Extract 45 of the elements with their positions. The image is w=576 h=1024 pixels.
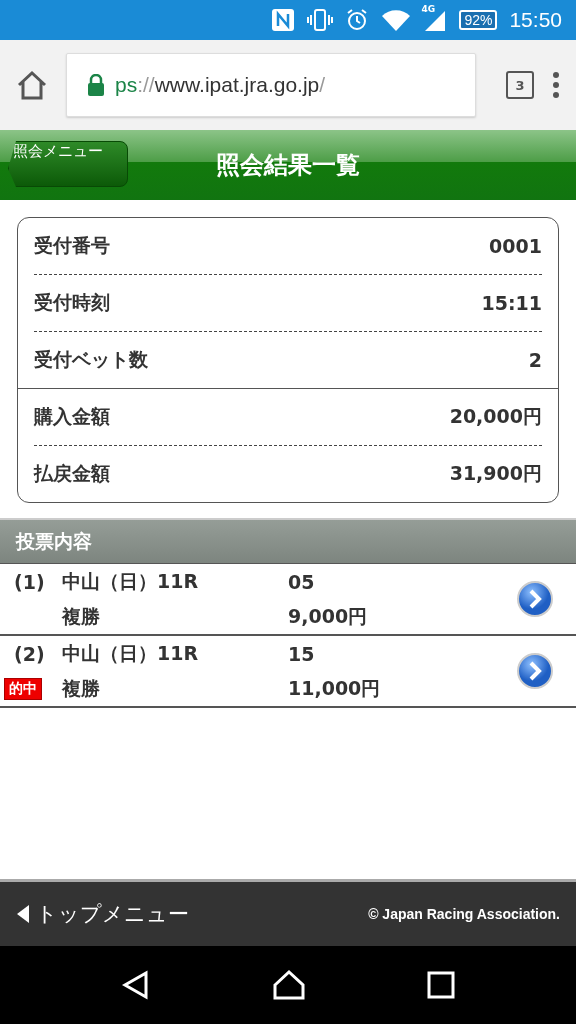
bet-type: 複勝 [62,603,101,629]
top-menu-link[interactable]: トップメニュー [16,900,189,928]
back-icon[interactable] [120,970,151,1000]
section-header: 投票内容 [0,518,576,564]
field-label: 受付ベット数 [34,347,148,372]
battery-level: 92% [459,10,498,30]
wifi-icon [381,8,412,32]
url-text: ps://www.ipat.jra.go.jp/ [115,73,326,97]
field-value: 20,000円 [449,404,542,429]
copyright-text: © Japan Racing Association. [368,906,560,922]
race-name: 中山（日）11R [62,640,200,666]
race-name: 中山（日）11R [62,568,200,594]
home-icon[interactable] [16,70,48,100]
clock-time: 15:50 [509,8,562,32]
bet-amount: 11,000円 [288,675,382,701]
back-button[interactable]: 照会メニュー [8,141,128,187]
bet-amount: 9,000円 [288,603,369,629]
field-value: 15:11 [481,292,542,314]
field-label: 購入金額 [34,404,110,429]
bet-type: 複勝 [62,675,101,701]
field-label: 払戻金額 [34,461,110,486]
tab-count-button[interactable]: 3 [506,71,534,99]
field-value: 0001 [489,235,542,257]
bet-number: (2) [13,642,46,665]
page-title: 照会結果一覧 [216,150,360,181]
network-label: 4G [421,4,436,14]
vibrate-icon [307,8,334,32]
bet-row[interactable]: (1) 中山（日）11R 05 複勝 9,000円 [0,564,576,636]
caret-left-icon [16,904,30,924]
lock-icon [87,74,105,96]
field-label: 受付番号 [34,233,110,258]
nfc-icon [271,8,296,32]
hit-badge: 的中 [4,677,42,700]
bet-row[interactable]: (2) 中山（日）11R 15 的中 複勝 11,000円 [0,636,576,708]
bet-number: (1) [13,570,46,593]
field-value: 31,900円 [449,461,542,486]
chevron-right-icon[interactable] [516,652,554,690]
address-bar[interactable]: ps://www.ipat.jra.go.jp/ [66,53,476,117]
field-value: 2 [528,349,542,371]
field-label: 受付時刻 [34,290,110,315]
horse-number: 05 [288,570,316,593]
horse-number: 15 [288,642,316,665]
more-icon[interactable] [552,71,560,99]
chevron-right-icon[interactable] [516,580,554,618]
overview-icon[interactable] [427,971,456,999]
